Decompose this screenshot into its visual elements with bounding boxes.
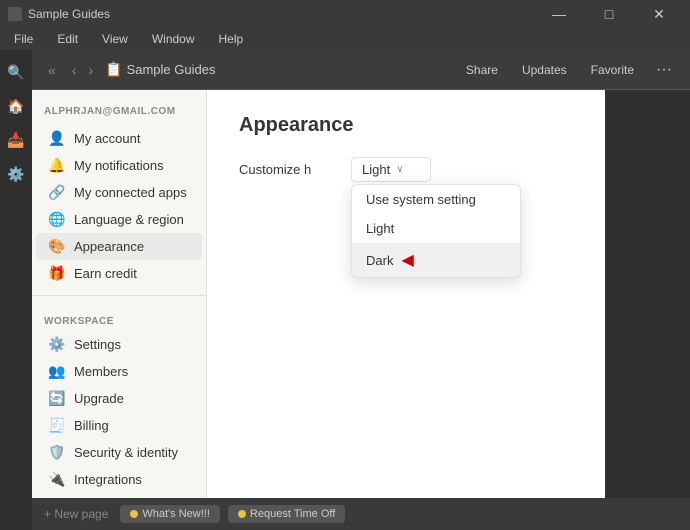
upgrade-label: Upgrade	[74, 391, 124, 406]
app-container: 🔍 🏠 📥 ⚙️ « ‹ › 📋 Sample Guides Share Upd…	[0, 50, 690, 530]
dark-label: Dark	[366, 253, 393, 268]
menu-view[interactable]: View	[96, 30, 134, 48]
security-icon: 🛡️	[48, 444, 66, 461]
language-label: Language & region	[74, 212, 184, 227]
earn-credit-icon: 🎁	[48, 265, 66, 282]
sidebar-item-appearance[interactable]: 🎨 Appearance	[36, 233, 202, 260]
favorite-button[interactable]: Favorite	[583, 60, 642, 80]
menu-help[interactable]: Help	[213, 30, 250, 48]
appearance-label: Appearance	[74, 239, 144, 254]
earn-credit-label: Earn credit	[74, 266, 137, 281]
right-panel	[605, 90, 690, 498]
title-bar: Sample Guides — □ ✕	[0, 0, 690, 28]
account-icon: 👤	[48, 130, 66, 147]
workspace-section-label: WORKSPACE	[32, 304, 206, 331]
menu-file[interactable]: File	[8, 30, 39, 48]
app-icon	[8, 7, 22, 21]
dropdown-arrow-icon: ∨	[396, 164, 403, 175]
sidebar-icon-inbox[interactable]: 📥	[2, 126, 30, 154]
page-icon: 📋	[105, 61, 122, 78]
menu-edit[interactable]: Edit	[51, 30, 84, 48]
sidebar-item-billing[interactable]: 🧾 Billing	[36, 412, 202, 439]
top-nav: « ‹ › 📋 Sample Guides Share Updates Favo…	[32, 50, 690, 90]
upgrade-icon: 🔄	[48, 390, 66, 407]
theme-dropdown: Light ∨ Use system setting Light Dark ◀	[351, 157, 431, 182]
settings-label: Settings	[74, 337, 121, 352]
settings-main: Appearance Customize h Light ∨ Use syste…	[207, 90, 605, 498]
notifications-icon: 🔔	[48, 157, 66, 174]
back-button[interactable]: ‹	[68, 60, 81, 80]
new-page-label: + New page	[44, 507, 108, 521]
sidebar-icon-home[interactable]: 🏠	[2, 92, 30, 120]
window-controls: — □ ✕	[536, 0, 682, 28]
settings-icon: ⚙️	[48, 336, 66, 353]
sidebar-item-language[interactable]: 🌐 Language & region	[36, 206, 202, 233]
breadcrumb: 📋 Sample Guides	[105, 61, 450, 78]
icon-sidebar: 🔍 🏠 📥 ⚙️	[0, 50, 32, 530]
tab-dot-whats-new	[130, 510, 138, 518]
top-nav-actions: Share Updates Favorite ···	[458, 59, 678, 81]
settings-sidebar: ALPHRJAN@GMAIL.COM 👤 My account 🔔 My not…	[32, 90, 207, 498]
sidebar-icon-settings[interactable]: ⚙️	[2, 160, 30, 188]
sidebar-divider	[32, 295, 206, 296]
sidebar-item-security[interactable]: 🛡️ Security & identity	[36, 439, 202, 466]
nav-arrows: ‹ ›	[68, 60, 97, 80]
integrations-label: Integrations	[74, 472, 142, 487]
customize-label: Customize h	[239, 162, 339, 177]
menu-window[interactable]: Window	[146, 30, 201, 48]
members-label: Members	[74, 364, 128, 379]
forward-button[interactable]: ›	[84, 60, 97, 80]
settings-page-title: Appearance	[239, 114, 573, 137]
connected-apps-label: My connected apps	[74, 185, 187, 200]
members-icon: 👥	[48, 363, 66, 380]
security-label: Security & identity	[74, 445, 178, 460]
minimize-button[interactable]: —	[536, 0, 582, 28]
sidebar-item-connected-apps[interactable]: 🔗 My connected apps	[36, 179, 202, 206]
selected-arrow-icon: ◀	[401, 250, 413, 270]
sidebar-item-account[interactable]: 👤 My account	[36, 125, 202, 152]
dropdown-item-system[interactable]: Use system setting	[352, 185, 520, 214]
share-button[interactable]: Share	[458, 60, 506, 80]
sidebar-item-notifications[interactable]: 🔔 My notifications	[36, 152, 202, 179]
menu-bar: File Edit View Window Help	[0, 28, 690, 50]
billing-label: Billing	[74, 418, 109, 433]
tab-request-time-off[interactable]: Request Time Off	[228, 505, 345, 523]
sidebar-item-members[interactable]: 👥 Members	[36, 358, 202, 385]
dropdown-item-light[interactable]: Light	[352, 214, 520, 243]
close-button[interactable]: ✕	[636, 0, 682, 28]
tab-request-label: Request Time Off	[250, 508, 335, 520]
account-label: My account	[74, 131, 140, 146]
main-area: « ‹ › 📋 Sample Guides Share Updates Favo…	[32, 50, 690, 530]
dropdown-item-dark[interactable]: Dark ◀	[352, 243, 520, 277]
sidebar-item-settings[interactable]: ⚙️ Settings	[36, 331, 202, 358]
tab-dot-request	[238, 510, 246, 518]
user-email: ALPHRJAN@GMAIL.COM	[32, 102, 206, 125]
theme-setting-row: Customize h Light ∨ Use system setting L…	[239, 157, 573, 182]
bottom-bar: + New page What's New!!! Request Time Of…	[32, 498, 690, 530]
theme-dropdown-menu: Use system setting Light Dark ◀	[351, 184, 521, 278]
sidebar-item-earn-credit[interactable]: 🎁 Earn credit	[36, 260, 202, 287]
language-icon: 🌐	[48, 211, 66, 228]
updates-button[interactable]: Updates	[514, 60, 575, 80]
theme-dropdown-button[interactable]: Light ∨	[351, 157, 431, 182]
page-tabs: What's New!!! Request Time Off	[120, 505, 678, 523]
more-options-button[interactable]: ···	[650, 59, 678, 81]
appearance-icon: 🎨	[48, 238, 66, 255]
notifications-label: My notifications	[74, 158, 164, 173]
sidebar-item-integrations[interactable]: 🔌 Integrations	[36, 466, 202, 493]
billing-icon: 🧾	[48, 417, 66, 434]
new-page-button[interactable]: + New page	[44, 507, 108, 521]
maximize-button[interactable]: □	[586, 0, 632, 28]
integrations-icon: 🔌	[48, 471, 66, 488]
sidebar-icon-search[interactable]: 🔍	[2, 58, 30, 86]
content-pane: ALPHRJAN@GMAIL.COM 👤 My account 🔔 My not…	[32, 90, 690, 498]
tab-whats-new-label: What's New!!!	[142, 508, 210, 520]
page-title: Sample Guides	[127, 62, 216, 77]
theme-current-value: Light	[362, 162, 390, 177]
connected-apps-icon: 🔗	[48, 184, 66, 201]
collapse-button[interactable]: «	[44, 60, 60, 80]
app-title: Sample Guides	[28, 7, 110, 21]
tab-whats-new[interactable]: What's New!!!	[120, 505, 220, 523]
sidebar-item-upgrade[interactable]: 🔄 Upgrade	[36, 385, 202, 412]
